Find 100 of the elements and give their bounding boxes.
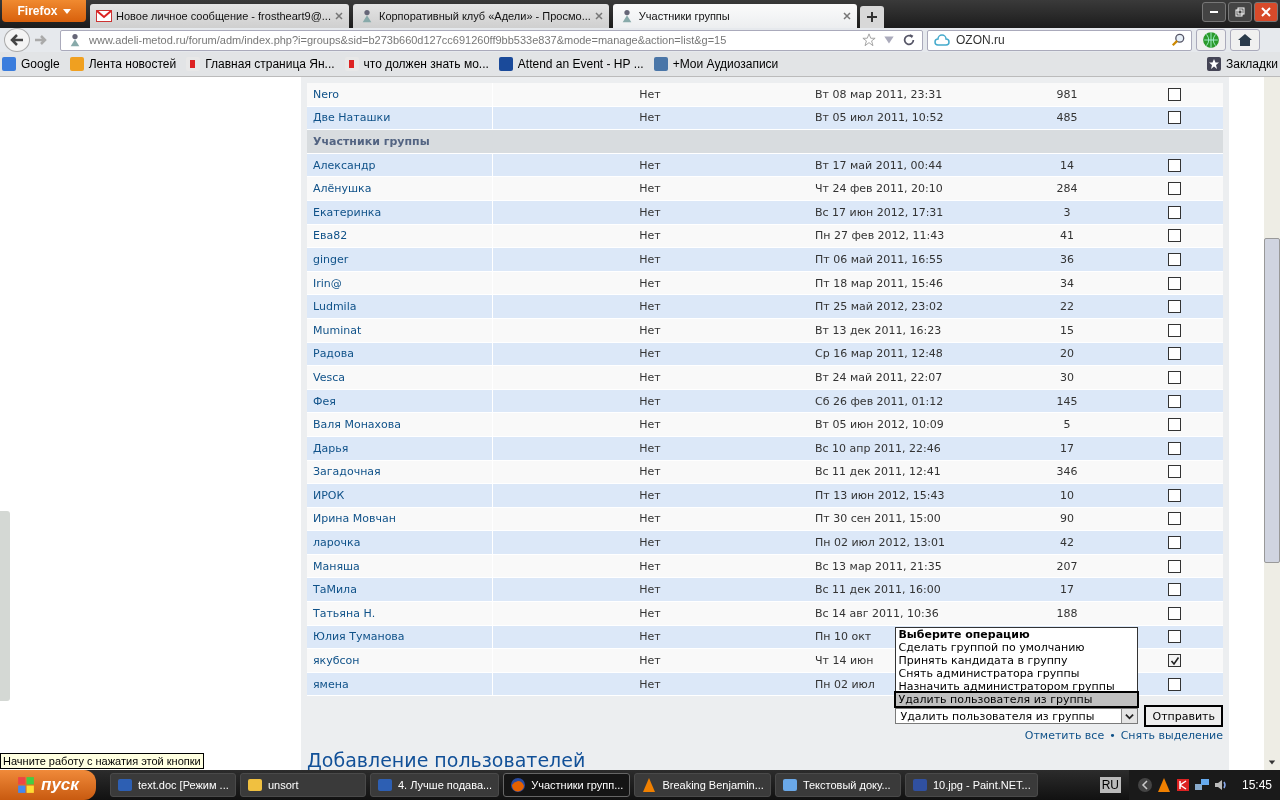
member-link[interactable]: Ludmila	[313, 300, 357, 314]
checkbox[interactable]	[1168, 158, 1181, 172]
checkbox[interactable]	[1168, 111, 1181, 125]
scrollbar[interactable]	[1264, 77, 1280, 770]
taskbar-button[interactable]: Breaking Benjamin...	[634, 773, 771, 797]
member-link[interactable]: Алёнушка	[313, 182, 372, 196]
taskbar-button[interactable]: 10.jpg - Paint.NET...	[904, 773, 1038, 797]
checkbox[interactable]	[1168, 559, 1181, 573]
bookmark-item[interactable]: Attend an Event - HP ...	[498, 57, 644, 71]
member-link[interactable]: Две Наташки	[313, 111, 391, 125]
close-icon[interactable]	[594, 12, 603, 20]
dropdown-option[interactable]: Выберите операцию	[896, 628, 1138, 642]
browser-tab[interactable]: Новое личное сообщение - frostheart9@...	[90, 4, 349, 28]
back-button[interactable]	[4, 28, 30, 52]
taskbar-button[interactable]: Участники групп...	[503, 773, 631, 797]
table-cell: Нет	[639, 465, 661, 479]
taskbar-button[interactable]: unsort	[240, 773, 366, 797]
search-icon[interactable]	[1171, 33, 1185, 47]
dropdown-option[interactable]: Назначить администратором группы	[896, 680, 1138, 694]
operation-select[interactable]: Удалить пользователя из группы	[895, 708, 1139, 725]
bookmark-item[interactable]: Главная страница Ян...	[186, 57, 335, 71]
member-link[interactable]: Александр	[313, 158, 376, 172]
checkbox[interactable]	[1168, 606, 1181, 620]
checkbox[interactable]	[1168, 347, 1181, 361]
cloud-icon[interactable]	[934, 33, 950, 47]
checkbox[interactable]	[1168, 654, 1181, 668]
checkbox[interactable]	[1168, 630, 1181, 644]
checkbox[interactable]	[1168, 370, 1181, 384]
expand-tray-icon[interactable]	[1136, 777, 1153, 793]
home-button[interactable]	[1230, 29, 1260, 51]
member-link[interactable]: ларочка	[313, 536, 361, 550]
member-link[interactable]: Радова	[313, 347, 354, 361]
member-link[interactable]: Татьяна Н.	[313, 606, 376, 620]
member-link[interactable]: ИРОК	[313, 488, 345, 502]
member-link[interactable]: ямена	[313, 677, 349, 691]
unmark-all-link[interactable]: Снять выделение	[1120, 729, 1223, 743]
member-link[interactable]: Ева82	[313, 229, 348, 243]
language-indicator[interactable]: RU	[1099, 777, 1121, 793]
checkbox[interactable]	[1168, 465, 1181, 479]
star-icon[interactable]	[862, 33, 876, 47]
close-icon[interactable]	[842, 12, 851, 20]
checkbox[interactable]	[1168, 536, 1181, 550]
submit-button[interactable]: Отправить	[1144, 705, 1223, 728]
checkbox[interactable]	[1168, 300, 1181, 314]
member-link[interactable]: Маняша	[313, 559, 360, 573]
member-link[interactable]: Юлия Туманова	[313, 630, 405, 644]
checkbox[interactable]	[1168, 229, 1181, 243]
member-link[interactable]: Валя Монахова	[313, 418, 402, 432]
checkbox[interactable]	[1168, 87, 1181, 101]
taskbar-button[interactable]: text.doc [Режим ...	[110, 773, 236, 797]
browser-tab[interactable]: Корпоративный клуб «Адели» - Просмо...	[352, 4, 609, 28]
dropdown-option[interactable]: Принять кандидата в группу	[896, 654, 1138, 668]
member-link[interactable]: Nero	[313, 87, 339, 101]
taskbar-button[interactable]: Текстовый доку...	[774, 773, 901, 797]
checkbox[interactable]	[1168, 182, 1181, 196]
mark-all-link[interactable]: Отметить все	[1024, 729, 1105, 743]
member-link[interactable]: Vesca	[313, 370, 345, 384]
address-bar[interactable]: www.adeli-metod.ru/forum/adm/index.php?i=groups&sid=b273b660d127cc691260ff9bb533e837&mode=manage&action=list&g=15	[60, 29, 923, 51]
taskbar-button[interactable]: 4. Лучше подава...	[370, 773, 500, 797]
member-link[interactable]: Дарья	[313, 441, 349, 455]
bookmarks-menu[interactable]: Закладки	[1207, 57, 1278, 71]
minimize-button[interactable]	[1202, 2, 1226, 22]
checkbox[interactable]	[1168, 252, 1181, 266]
member-link[interactable]: Фея	[313, 394, 336, 408]
search-field[interactable]: OZON.ru	[927, 29, 1192, 51]
member-link[interactable]: Muminat	[313, 323, 362, 337]
member-link[interactable]: Irin@	[313, 276, 342, 290]
bookmark-item[interactable]: Лента новостей	[69, 57, 177, 71]
dropdown-option[interactable]: Снять администратора группы	[896, 667, 1138, 681]
checkbox[interactable]	[1168, 488, 1181, 502]
member-link[interactable]: ginger	[313, 252, 349, 266]
member-link[interactable]: Ирина Мовчан	[313, 512, 396, 526]
cone-icon[interactable]	[1155, 777, 1172, 793]
bookmark-item[interactable]: Google	[2, 57, 60, 71]
checkbox[interactable]	[1168, 323, 1181, 337]
checkbox[interactable]	[1168, 512, 1181, 526]
checkbox[interactable]	[1168, 394, 1181, 408]
member-link[interactable]: Екатеринка	[313, 205, 382, 219]
new-tab-button[interactable]	[859, 6, 884, 28]
scroll-down-icon[interactable]	[1268, 758, 1276, 766]
bookmark-item[interactable]: что должен знать мо...	[344, 57, 489, 71]
bookmark-item[interactable]: +Мои Аудиозаписи	[653, 57, 779, 71]
dropdown-option[interactable]: Сделать группой по умолчанию	[896, 641, 1138, 655]
checkbox[interactable]	[1168, 205, 1181, 219]
member-link[interactable]: ТаМила	[313, 583, 357, 597]
close-button[interactable]	[1254, 2, 1278, 22]
checkbox[interactable]	[1168, 276, 1181, 290]
restore-button[interactable]	[1228, 2, 1252, 22]
dropdown-option[interactable]: Удалить пользователя из группы	[896, 693, 1138, 707]
network-icon[interactable]	[1193, 777, 1210, 793]
checkbox[interactable]	[1168, 677, 1181, 691]
reload-icon[interactable]	[902, 33, 916, 47]
checkbox[interactable]	[1168, 583, 1181, 597]
browser-tab[interactable]: Участники группы	[612, 4, 857, 28]
speaker-icon[interactable]	[1212, 777, 1229, 793]
checkbox[interactable]	[1168, 418, 1181, 432]
checkbox[interactable]	[1168, 441, 1181, 455]
member-link[interactable]: якубсон	[313, 654, 360, 668]
close-icon[interactable]	[334, 12, 343, 20]
member-link[interactable]: Загадочная	[313, 465, 381, 479]
